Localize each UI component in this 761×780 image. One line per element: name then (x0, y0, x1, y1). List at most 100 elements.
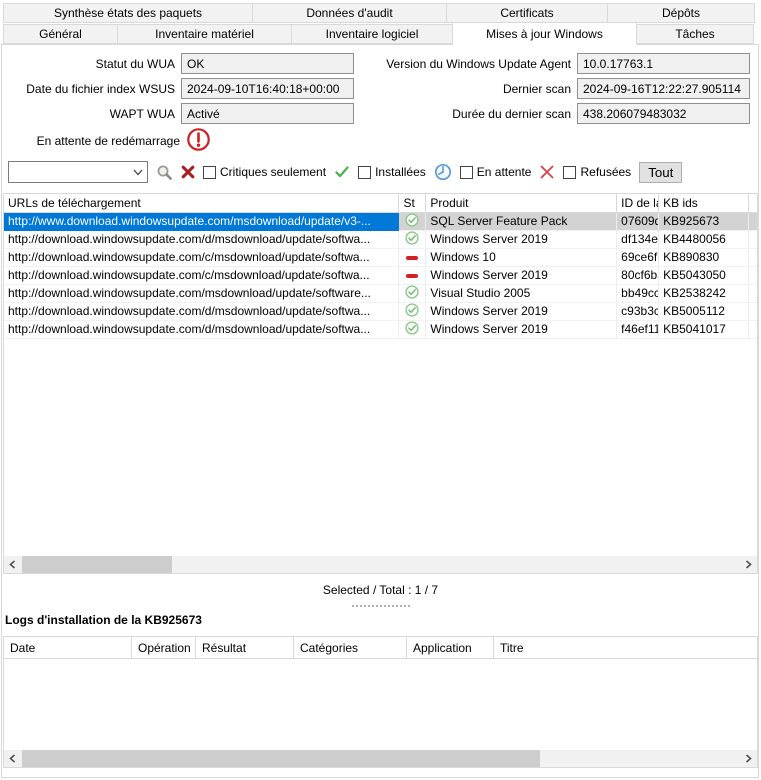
table-row[interactable]: http://download.windowsupdate.com/msdown… (4, 285, 757, 303)
tab-certificats[interactable]: Certificats (446, 3, 608, 23)
column-header-kb[interactable]: KB ids (659, 194, 749, 212)
installed-icon (334, 165, 350, 179)
tab-mises-a-jour-windows[interactable]: Mises à jour Windows (452, 22, 637, 45)
tab-label: Données d'audit (306, 6, 392, 20)
url-cell[interactable]: http://download.windowsupdate.com/d/msdo… (4, 231, 399, 249)
tab-label: Tâches (675, 27, 714, 41)
refused-label: Refusées (580, 165, 631, 179)
table-row[interactable]: http://download.windowsupdate.com/c/msdo… (4, 249, 757, 267)
scroll-left-icon[interactable] (4, 556, 21, 573)
url-cell[interactable]: http://download.windowsupdate.com/msdown… (4, 285, 399, 303)
checkbox-box (358, 166, 371, 179)
tab-depots[interactable]: Dépôts (607, 3, 755, 23)
column-header-product[interactable]: Produit (426, 194, 617, 212)
wua-version-field[interactable]: 10.0.17763.1 (577, 53, 750, 74)
tab-inventaire-materiel[interactable]: Inventaire matériel (117, 24, 292, 44)
table-row[interactable]: http://www.download.windowsupdate.com/ms… (4, 213, 757, 231)
refused-icon (539, 164, 555, 180)
tab-strip-top: Synthèse états des paquets Données d'aud… (3, 3, 754, 23)
tab-inventaire-logiciel[interactable]: Inventaire logiciel (291, 24, 453, 44)
tab-label: Dépôts (662, 6, 700, 20)
scrollbar-thumb[interactable] (22, 556, 172, 573)
kb-cell[interactable]: KB925673 (659, 213, 749, 231)
column-header-titre[interactable]: Titre (494, 637, 757, 658)
tab-synthese-etats-paquets[interactable]: Synthèse états des paquets (3, 3, 253, 23)
updates-grid-hscrollbar[interactable] (4, 556, 757, 573)
tab-strip-bottom: Général Inventaire matériel Inventaire l… (3, 24, 753, 45)
last-scan-field[interactable]: 2024-09-16T12:22:27.905114 (577, 78, 750, 99)
url-cell[interactable]: http://download.windowsupdate.com/c/msdo… (4, 267, 399, 285)
table-row[interactable]: http://download.windowsupdate.com/d/msdo… (4, 321, 757, 339)
kb-cell[interactable]: KB890830 (659, 249, 749, 267)
table-row[interactable]: http://download.windowsupdate.com/c/msdo… (4, 267, 757, 285)
scroll-left-icon[interactable] (4, 750, 21, 767)
kb-cell[interactable]: KB5041017 (659, 321, 749, 339)
status-cell (399, 213, 426, 231)
selected-total-summary: Selected / Total : 1 / 7 (0, 583, 761, 597)
scroll-right-icon[interactable] (740, 750, 757, 767)
column-header-filler (749, 194, 757, 212)
status-ok-icon (405, 213, 419, 231)
id-cell[interactable]: 07609d... (617, 213, 659, 231)
column-header-date[interactable]: Date (4, 637, 132, 658)
kb-cell[interactable]: KB5043050 (659, 267, 749, 285)
wsus-index-date-label: Date du fichier index WSUS (0, 81, 175, 97)
tab-donnees-audit[interactable]: Données d'audit (252, 3, 447, 23)
column-header-result[interactable]: Résultat (196, 637, 294, 658)
product-cell[interactable]: SQL Server Feature Pack (426, 213, 617, 231)
critical-only-checkbox[interactable]: Critiques seulement (203, 165, 326, 179)
id-cell[interactable]: c93b3c... (617, 303, 659, 321)
id-cell[interactable]: bb49cc... (617, 285, 659, 303)
pending-label: En attente (477, 165, 532, 179)
column-header-status[interactable]: St (399, 194, 426, 212)
table-row[interactable]: http://download.windowsupdate.com/d/msdo… (4, 231, 757, 249)
status-cell (399, 267, 426, 285)
product-cell[interactable]: Windows 10 (426, 249, 617, 267)
product-cell[interactable]: Windows Server 2019 (426, 267, 617, 285)
status-cell (399, 285, 426, 303)
id-cell[interactable]: f46ef11... (617, 321, 659, 339)
url-cell[interactable]: http://download.windowsupdate.com/c/msdo… (4, 249, 399, 267)
search-combobox[interactable] (8, 161, 148, 183)
product-cell[interactable]: Visual Studio 2005 (426, 285, 617, 303)
tab-taches[interactable]: Tâches (636, 24, 754, 44)
all-button[interactable]: Tout (639, 162, 682, 183)
column-header-application[interactable]: Application (407, 637, 494, 658)
status-missing-icon (406, 274, 418, 278)
scrollbar-thumb[interactable] (22, 750, 540, 767)
url-cell[interactable]: http://www.download.windowsupdate.com/ms… (4, 213, 399, 231)
pending-icon (434, 163, 452, 181)
logs-grid-hscrollbar[interactable] (4, 750, 757, 767)
column-header-categories[interactable]: Catégories (294, 637, 407, 658)
installed-checkbox[interactable]: Installées (358, 165, 426, 179)
url-cell[interactable]: http://download.windowsupdate.com/d/msdo… (4, 321, 399, 339)
kb-cell[interactable]: KB5005112 (659, 303, 749, 321)
scroll-right-icon[interactable] (740, 556, 757, 573)
column-header-operation[interactable]: Opération (132, 637, 196, 658)
pending-checkbox[interactable]: En attente (460, 165, 532, 179)
id-cell[interactable]: 69ce6f6... (617, 249, 659, 267)
column-header-id[interactable]: ID de la (617, 194, 659, 212)
filter-toolbar: Critiques seulement Installées En attent… (8, 161, 682, 183)
product-cell[interactable]: Windows Server 2019 (426, 321, 617, 339)
product-cell[interactable]: Windows Server 2019 (426, 231, 617, 249)
column-header-urls[interactable]: URLs de téléchargement (4, 194, 399, 212)
url-cell[interactable]: http://download.windowsupdate.com/d/msdo… (4, 303, 399, 321)
updates-grid: URLs de téléchargement St Produit ID de … (3, 193, 758, 574)
clear-filter-icon[interactable] (181, 165, 195, 179)
search-icon[interactable] (156, 164, 173, 181)
status-cell (399, 231, 426, 249)
id-cell[interactable]: df134eb... (617, 231, 659, 249)
splitter-handle[interactable] (352, 605, 410, 607)
table-row[interactable]: http://download.windowsupdate.com/d/msdo… (4, 303, 757, 321)
kb-cell[interactable]: KB2538242 (659, 285, 749, 303)
last-scan-duration-field[interactable]: 438.206079483032 (577, 103, 750, 124)
tab-general[interactable]: Général (3, 24, 118, 44)
kb-cell[interactable]: KB4480056 (659, 231, 749, 249)
logs-title: Logs d'installation de la KB925673 (5, 613, 202, 627)
wua-status-label: Statut du WUA (0, 56, 175, 72)
status-ok-icon (405, 285, 419, 303)
id-cell[interactable]: 80cf6b3... (617, 267, 659, 285)
refused-checkbox[interactable]: Refusées (563, 165, 631, 179)
product-cell[interactable]: Windows Server 2019 (426, 303, 617, 321)
